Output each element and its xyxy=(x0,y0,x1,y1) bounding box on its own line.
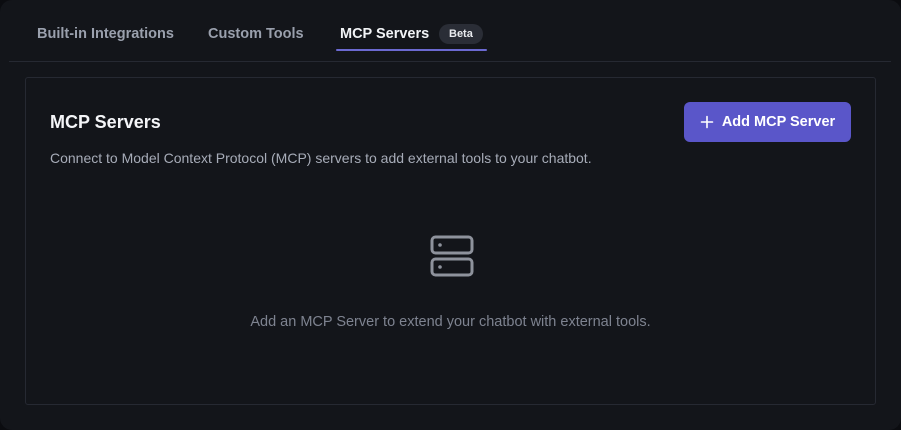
active-tab-indicator xyxy=(336,49,487,51)
tab-built-in-integrations[interactable]: Built-in Integrations xyxy=(37,26,174,42)
add-mcp-server-button[interactable]: Add MCP Server xyxy=(684,102,851,142)
tab-mcp-servers[interactable]: MCP Servers xyxy=(340,26,429,42)
panel-description: Connect to Model Context Protocol (MCP) … xyxy=(50,150,592,166)
plus-icon xyxy=(700,115,714,129)
tab-bar: Built-in Integrations Custom Tools MCP S… xyxy=(9,0,891,62)
mcp-servers-panel: MCP Servers Add MCP Server Connect to Mo… xyxy=(25,77,876,405)
server-icon xyxy=(430,235,474,277)
integrations-window: Built-in Integrations Custom Tools MCP S… xyxy=(0,0,901,430)
panel-title: MCP Servers xyxy=(50,112,161,132)
beta-badge: Beta xyxy=(439,24,483,44)
add-mcp-server-label: Add MCP Server xyxy=(721,114,836,130)
tab-custom-tools[interactable]: Custom Tools xyxy=(208,26,304,42)
empty-state-text: Add an MCP Server to extend your chatbot… xyxy=(250,314,651,330)
